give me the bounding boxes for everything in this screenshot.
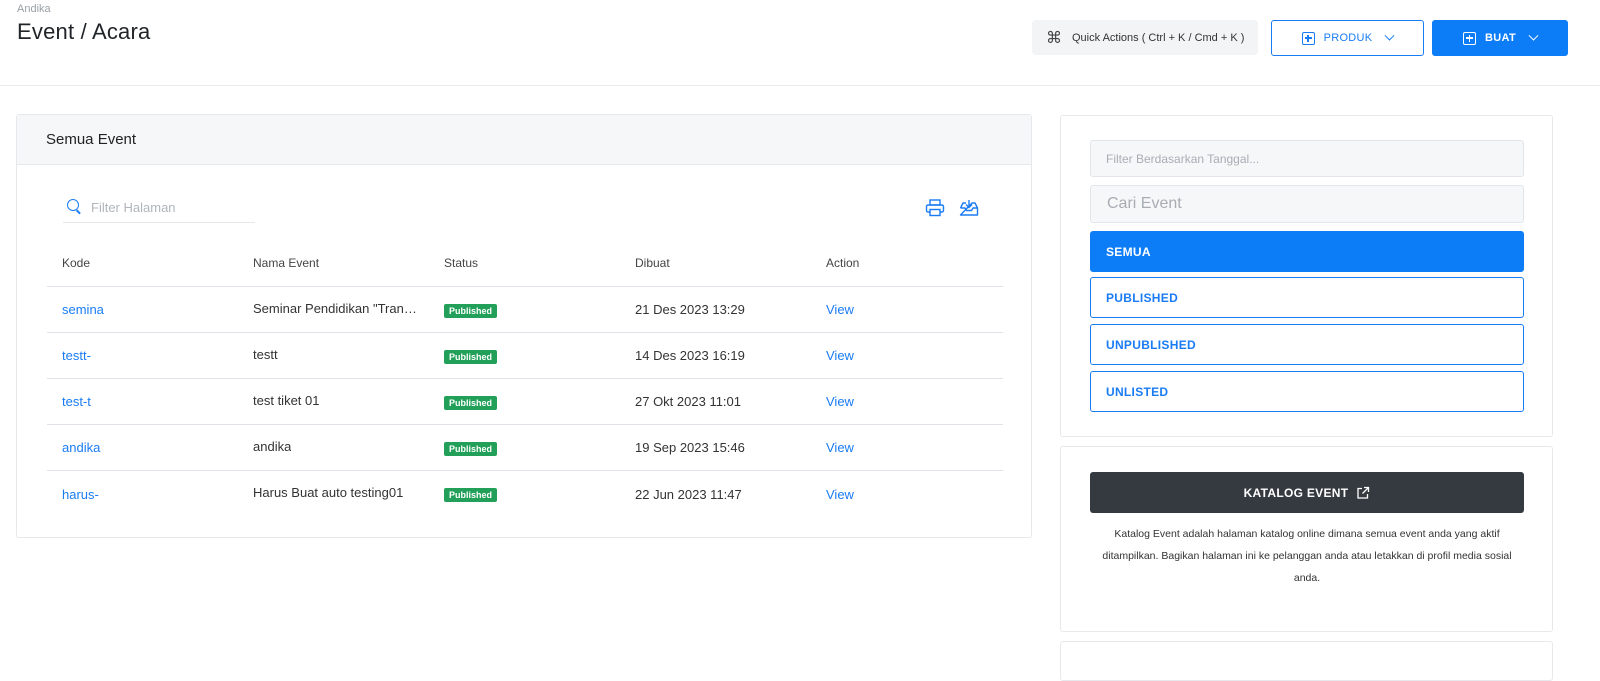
event-code-link[interactable]: test-t: [62, 394, 91, 409]
chevron-down-icon: [1528, 30, 1539, 41]
status-badge: Published: [444, 441, 498, 456]
quick-actions-label: Quick Actions ( Ctrl + K / Cmd + K ): [1072, 31, 1245, 44]
katalog-card: KATALOG EVENT Katalog Event adalah halam…: [1060, 446, 1553, 632]
events-table: Kode Nama Event Status Dibuat Action sem…: [47, 239, 1003, 517]
event-created: 27 Okt 2023 11:01: [635, 394, 742, 409]
external-link-icon: [1357, 486, 1370, 499]
status-badge: Published: [444, 349, 498, 364]
event-code-link[interactable]: harus-: [62, 487, 99, 502]
events-card-title: Semua Event: [17, 115, 1031, 165]
events-card: Semua Event Kode Nama Event Status Dibua…: [16, 114, 1032, 538]
event-name: test tiket 01: [253, 392, 320, 408]
table-row: testt- testt Published 14 Des 2023 16:19…: [47, 333, 1003, 379]
katalog-description: Katalog Event adalah halaman katalog onl…: [1102, 528, 1512, 584]
column-header-action: Action: [826, 255, 860, 270]
page-title: Event / Acara: [17, 19, 151, 44]
column-header-nama-event[interactable]: Nama Event: [238, 256, 429, 270]
event-name: testt: [253, 346, 278, 362]
table-row: semina Seminar Pendidikan "Transformasi …: [47, 287, 1003, 333]
column-header-status[interactable]: Status: [429, 256, 620, 270]
event-created: 21 Des 2023 13:29: [635, 302, 745, 317]
view-link[interactable]: View: [826, 394, 854, 409]
event-created: 14 Des 2023 16:19: [635, 348, 745, 363]
filter-halaman-input[interactable]: [91, 199, 241, 215]
table-row: andika andika Published 19 Sep 2023 15:4…: [47, 425, 1003, 471]
chevron-down-icon: [1384, 30, 1395, 41]
katalog-event-label: KATALOG EVENT: [1243, 485, 1349, 500]
status-badge: Published: [444, 488, 498, 502]
bottom-card: [1060, 641, 1553, 681]
column-header-dibuat[interactable]: Dibuat: [620, 256, 811, 270]
filter-semua-button[interactable]: SEMUA: [1090, 231, 1524, 272]
event-code-link[interactable]: testt-: [62, 348, 91, 363]
filter-unpublished-button[interactable]: UNPUBLISHED: [1090, 324, 1524, 365]
produk-label: PRODUK: [1323, 32, 1373, 44]
view-link[interactable]: View: [826, 302, 854, 317]
event-code-link[interactable]: andika: [62, 440, 100, 455]
filter-card: Filter Berdasarkan Tanggal... Cari Event…: [1060, 115, 1553, 437]
print-icon[interactable]: [925, 199, 945, 217]
download-icon[interactable]: [959, 199, 979, 217]
breadcrumb[interactable]: Andika: [17, 3, 51, 15]
event-name: Seminar Pendidikan "Transformasi: [253, 300, 418, 316]
event-created: 19 Sep 2023 15:46: [635, 440, 745, 455]
event-code-link[interactable]: semina: [62, 302, 104, 317]
quick-actions-button[interactable]: ⌘ Quick Actions ( Ctrl + K / Cmd + K ): [1032, 20, 1258, 55]
status-badge: Published: [444, 303, 498, 318]
plus-square-icon: [1463, 31, 1477, 45]
search-icon: [67, 199, 79, 211]
buat-label: BUAT: [1485, 32, 1516, 44]
event-created: 22 Jun 2023 11:47: [635, 486, 742, 502]
cari-event-input[interactable]: Cari Event: [1090, 185, 1524, 223]
filter-unlisted-button[interactable]: UNLISTED: [1090, 371, 1524, 412]
date-filter-input[interactable]: Filter Berdasarkan Tanggal...: [1090, 140, 1524, 177]
page-header: Andika Event / Acara ⌘ Quick Actions ( C…: [0, 0, 1600, 86]
view-link[interactable]: View: [826, 487, 854, 502]
filter-halaman-search: [63, 192, 255, 223]
produk-dropdown-button[interactable]: PRODUK: [1271, 20, 1424, 56]
table-row: harus- Harus Buat auto testing01 Publish…: [47, 471, 1003, 517]
view-link[interactable]: View: [826, 348, 854, 363]
buat-dropdown-button[interactable]: BUAT: [1432, 20, 1568, 56]
column-header-kode[interactable]: Kode: [47, 256, 238, 270]
plus-square-icon: [1301, 31, 1315, 45]
view-link[interactable]: View: [826, 440, 854, 455]
table-row: test-t test tiket 01 Published 27 Okt 20…: [47, 379, 1003, 425]
event-name: andika: [253, 438, 292, 454]
status-badge: Published: [444, 395, 498, 410]
command-icon: ⌘: [1046, 29, 1062, 47]
event-name: Harus Buat auto testing01: [253, 485, 404, 500]
filter-published-button[interactable]: PUBLISHED: [1090, 277, 1524, 318]
katalog-event-button[interactable]: KATALOG EVENT: [1090, 472, 1524, 513]
table-header: Kode Nama Event Status Dibuat Action: [47, 239, 1003, 287]
